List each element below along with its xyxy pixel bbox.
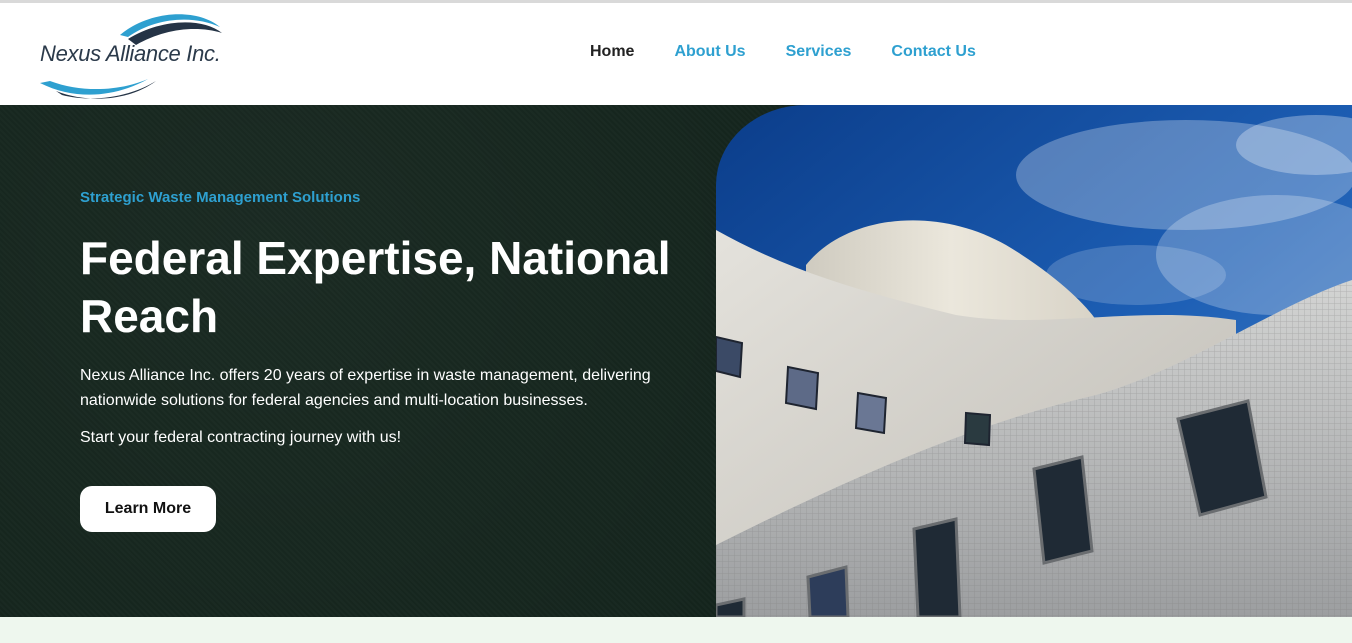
hero-cta-text: Start your federal contracting journey w… [80,429,402,446]
hero-section: Strategic Waste Management Solutions Fed… [0,105,1352,617]
hero-building-image [716,105,1352,617]
hero-headline: Federal Expertise, National Reach [80,232,671,342]
hero-description: Nexus Alliance Inc. offers 20 years of e… [80,367,651,409]
nav-services[interactable]: Services [766,41,872,65]
nav-contact-us[interactable]: Contact Us [871,41,995,65]
learn-more-button[interactable]: Learn More [80,486,216,532]
hero-kicker: Strategic Waste Management Solutions [80,189,361,206]
nav-home[interactable]: Home [570,41,654,65]
nav-about-us[interactable]: About Us [654,41,765,65]
logo[interactable]: Nexus Alliance Inc. [36,5,236,103]
logo-text: Nexus Alliance Inc. [40,41,221,66]
next-section-strip [0,617,1352,643]
site-header: Nexus Alliance Inc. Home About Us Servic… [0,3,1352,105]
main-nav: Home About Us Services Contact Us [570,41,996,65]
